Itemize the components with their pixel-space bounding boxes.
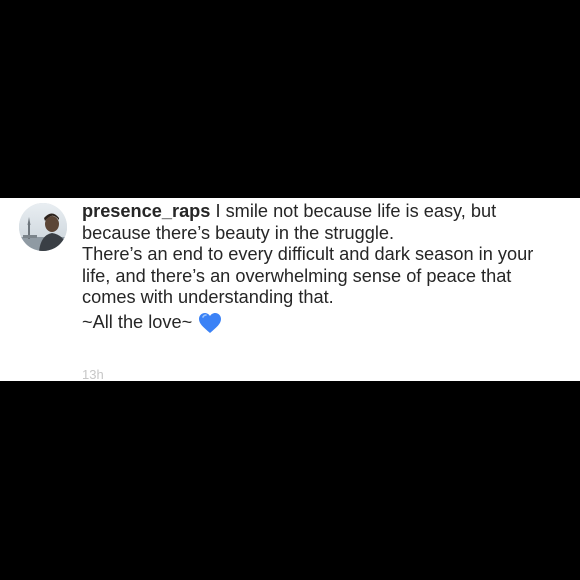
comment-username[interactable]: presence_raps [82,201,210,221]
blue-heart-icon [198,312,222,334]
avatar-photo [19,203,67,251]
comment-card: presence_raps I smile not because life i… [0,198,580,381]
comment-signoff: ~All the love~ [82,312,193,333]
comment-text-block: presence_raps I smile not because life i… [82,201,562,309]
signoff-line: ~All the love~ [82,312,562,334]
avatar[interactable] [19,203,67,251]
screenshot-canvas: presence_raps I smile not because life i… [0,0,580,580]
comment-body: presence_raps I smile not because life i… [82,201,562,334]
comment-timestamp: 13h [82,367,104,381]
